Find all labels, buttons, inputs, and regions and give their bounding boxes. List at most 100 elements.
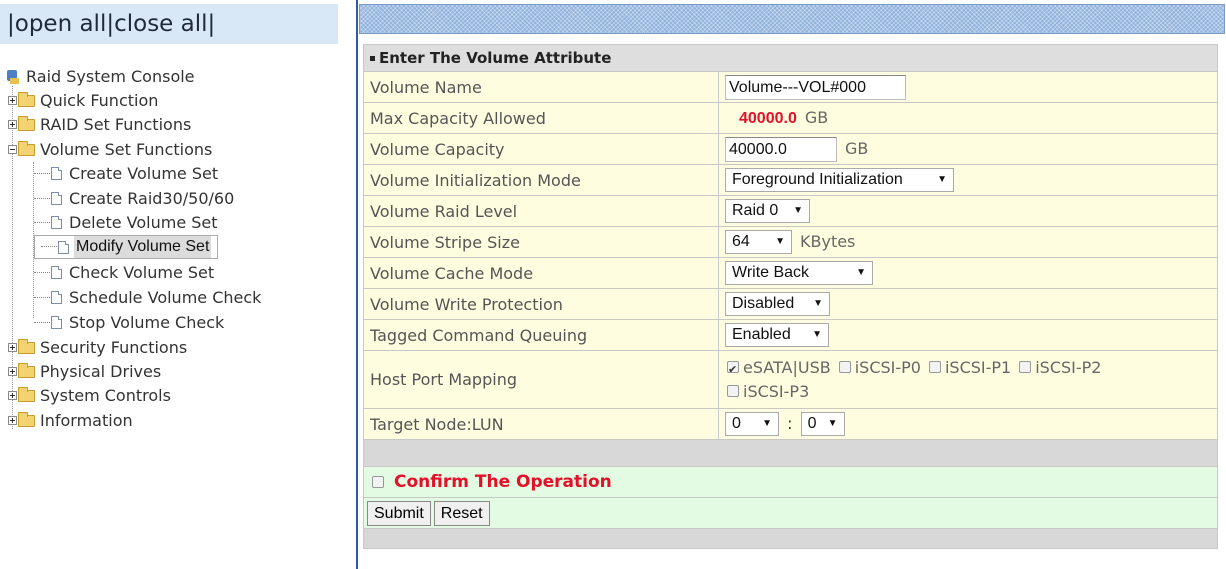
volume-name-input[interactable]: Volume---VOL#000 [725, 74, 906, 100]
page-icon [58, 240, 69, 254]
sidebar-item-information[interactable]: Information [8, 408, 135, 432]
dropdown-arrow-icon: ▼ [856, 267, 866, 278]
expand-plus-icon[interactable] [8, 120, 17, 129]
write-protection-cell: Disabled ▼ [717, 288, 1219, 320]
tree-connector [41, 246, 57, 248]
reset-button[interactable]: Reset [433, 500, 490, 526]
stripe-size-select[interactable]: 64 ▼ [725, 230, 792, 254]
node-lun-separator: : [787, 413, 793, 433]
sidebar-item-quick-function[interactable]: Quick Function [8, 88, 160, 112]
init-mode-label: Volume Initialization Mode [363, 164, 719, 196]
expand-plus-icon[interactable] [8, 367, 17, 376]
init-mode-select[interactable]: Foreground Initialization ▼ [725, 168, 954, 192]
volume-capacity-cell: 40000.0 GB [717, 133, 1219, 165]
folder-icon [18, 386, 35, 402]
button-cell: Submit Reset [362, 497, 1219, 529]
separator: | [7, 11, 15, 37]
host-port-option-iscsi-p0[interactable]: iSCSI-P0 [838, 357, 929, 377]
separator: | [207, 11, 216, 37]
sidebar-item-raid-set-functions[interactable]: RAID Set Functions [8, 112, 193, 136]
stripe-size-unit: KBytes [800, 231, 856, 251]
page-icon [51, 216, 62, 229]
raid-level-value: Raid 0 [732, 202, 779, 219]
confirm-label: Confirm The Operation [394, 472, 612, 492]
host-port-option-label: iSCSI-P0 [854, 357, 921, 377]
tcq-select[interactable]: Enabled ▼ [725, 323, 829, 347]
host-port-option-esata[interactable]: eSATA|USB [727, 357, 839, 382]
sidebar-item-label: Schedule Volume Check [69, 287, 262, 307]
stripe-size-label: Volume Stripe Size [363, 226, 719, 258]
raid-level-select[interactable]: Raid 0 ▼ [725, 199, 810, 223]
volume-capacity-input[interactable]: 40000.0 [725, 136, 837, 162]
tree-connector [34, 321, 50, 324]
dropdown-arrow-icon: ▼ [813, 298, 823, 309]
sidebar-item-create-volume-set[interactable]: Create Volume Set [34, 161, 220, 185]
sidebar-item-modify-volume-set[interactable]: Modify Volume Set [34, 235, 219, 259]
sidebar-item-label: Information [40, 410, 133, 430]
volume-attribute-form: Enter The Volume Attribute Volume Name V… [362, 44, 1219, 549]
volume-capacity-label: Volume Capacity [363, 133, 719, 165]
init-mode-value: Foreground Initialization [732, 171, 903, 188]
sidebar-item-create-raid30-50-60[interactable]: Create Raid30/50/60 [34, 186, 236, 210]
checkbox-checked-icon[interactable] [727, 358, 739, 382]
checkbox-icon[interactable] [838, 361, 851, 373]
cache-mode-select[interactable]: Write Back ▼ [725, 261, 873, 285]
sidebar-item-label: Modify Volume Set [74, 236, 212, 258]
sidebar-item-delete-volume-set[interactable]: Delete Volume Set [34, 210, 220, 234]
sidebar-item-label: Quick Function [40, 90, 159, 110]
sidebar-item-stop-volume-check[interactable]: Stop Volume Check [34, 310, 226, 334]
target-node-value: 0 [732, 415, 741, 432]
sidebar-item-label: System Controls [40, 385, 171, 405]
checkbox-icon[interactable] [928, 361, 941, 373]
sidebar-item-check-volume-set[interactable]: Check Volume Set [34, 260, 216, 284]
confirm-checkbox[interactable] [372, 475, 384, 488]
submit-button[interactable]: Submit [367, 500, 431, 526]
volume-name-cell: Volume---VOL#000 [717, 71, 1219, 103]
dropdown-arrow-icon: ▼ [762, 418, 772, 429]
expand-plus-icon[interactable] [8, 343, 17, 352]
cache-mode-label: Volume Cache Mode [363, 257, 719, 289]
sidebar-item-system-controls[interactable]: System Controls [8, 383, 173, 407]
cache-mode-value: Write Back [732, 264, 810, 281]
max-capacity-unit: GB [804, 108, 829, 127]
sidebar-item-label: Stop Volume Check [69, 312, 225, 332]
footer-row [362, 528, 1219, 549]
tree-root[interactable]: Raid System Console [6, 64, 197, 88]
host-port-option-iscsi-p3[interactable]: iSCSI-P3 [727, 382, 817, 401]
close-all-link[interactable]: close all [114, 11, 207, 37]
lun-select[interactable]: 0 ▼ [800, 412, 845, 436]
expand-plus-icon[interactable] [8, 416, 17, 425]
checkbox-icon[interactable] [727, 385, 739, 397]
frame-edge [356, 0, 358, 569]
tcq-value: Enabled [732, 326, 791, 343]
expand-plus-icon[interactable] [8, 96, 17, 105]
form-header-label: Enter The Volume Attribute [379, 49, 612, 67]
open-all-link[interactable]: open all [15, 11, 107, 37]
expand-plus-icon[interactable] [8, 391, 17, 400]
sidebar-item-schedule-volume-check[interactable]: Schedule Volume Check [34, 285, 263, 309]
dropdown-arrow-icon: ▼ [827, 418, 838, 429]
tree-connector [34, 221, 50, 224]
page-icon [51, 167, 62, 180]
target-lun-label: Target Node:LUN [363, 408, 719, 440]
write-protection-select[interactable]: Disabled ▼ [725, 292, 830, 316]
volume-name-label: Volume Name [363, 71, 719, 103]
sidebar-item-volume-set-functions[interactable]: Volume Set Functions [8, 137, 214, 161]
folder-icon [18, 411, 35, 427]
checkbox-icon[interactable] [1019, 361, 1032, 373]
folder-icon [18, 338, 35, 354]
host-port-option-iscsi-p1[interactable]: iSCSI-P1 [928, 358, 1019, 377]
tree-connector [34, 172, 50, 175]
sidebar-item-security-functions[interactable]: Security Functions [8, 335, 189, 359]
cache-mode-cell: Write Back ▼ [717, 257, 1219, 289]
host-port-option-iscsi-p2[interactable]: iSCSI-P2 [1019, 358, 1109, 377]
nav-tree: Raid System Console Quick Function RAID … [0, 62, 352, 430]
tree-connector [34, 296, 50, 299]
host-port-option-label: iSCSI-P2 [1035, 357, 1102, 377]
tcq-label: Tagged Command Queuing [363, 319, 719, 351]
target-node-select[interactable]: 0 ▼ [725, 412, 779, 436]
sidebar-item-physical-drives[interactable]: Physical Drives [8, 359, 163, 383]
collapse-minus-icon[interactable] [8, 145, 17, 154]
tree-connector [34, 271, 50, 274]
host-port-option-label: eSATA|USB [743, 357, 831, 377]
